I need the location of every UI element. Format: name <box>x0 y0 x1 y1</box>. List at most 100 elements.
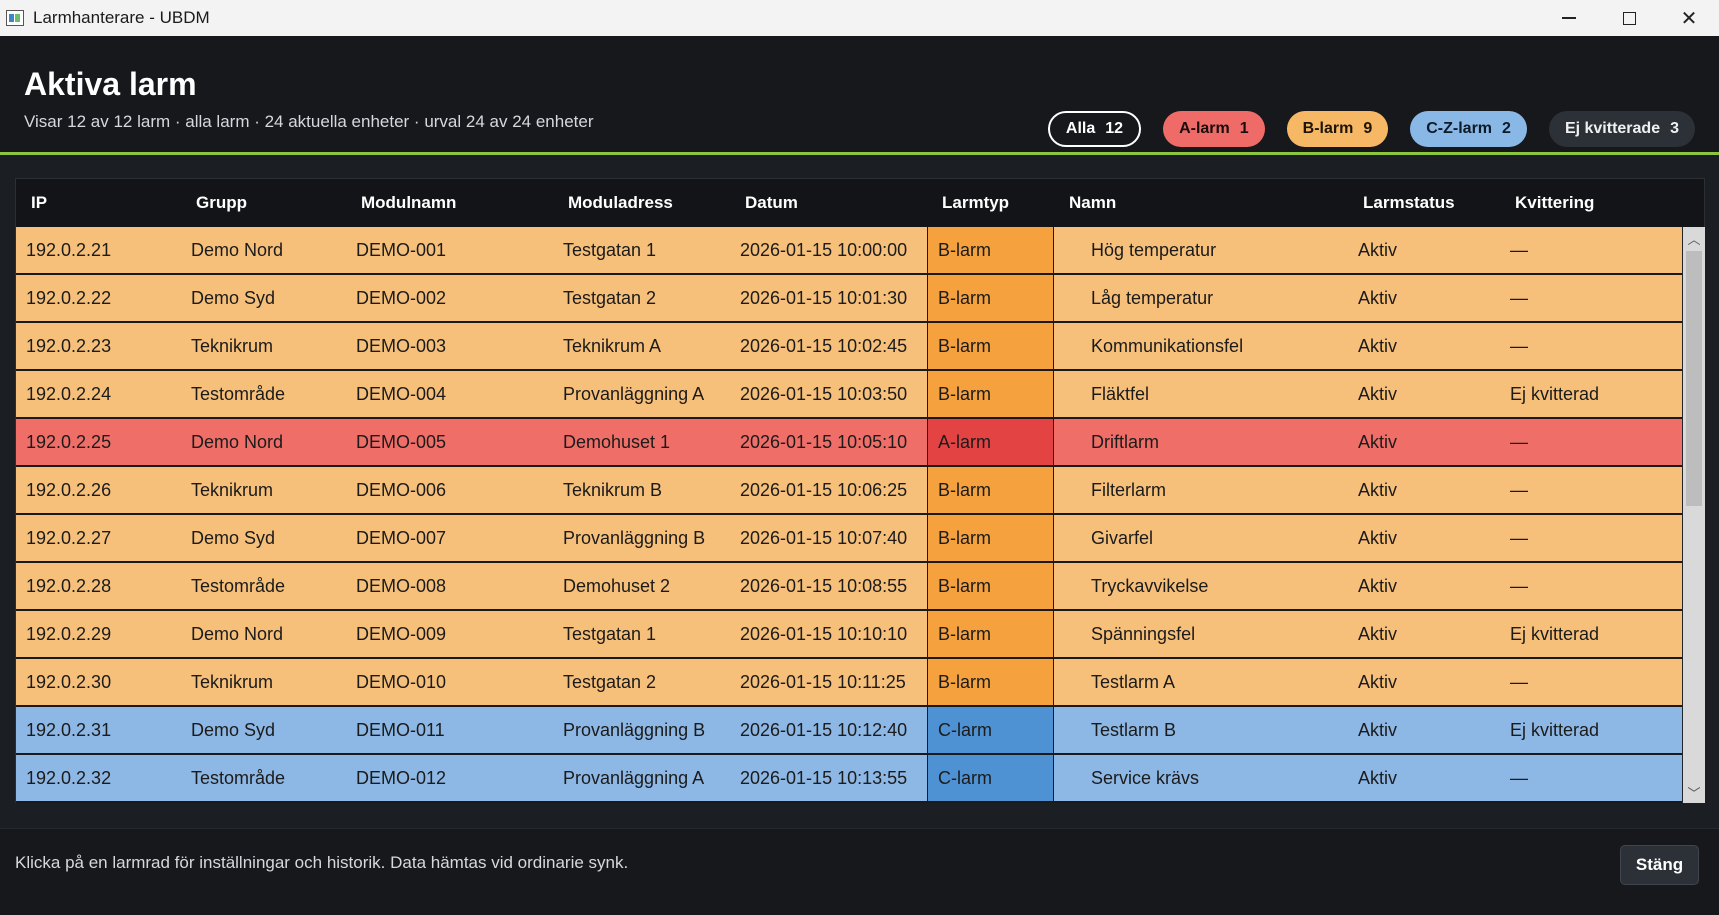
cell-moduladress: Provanläggning B <box>563 719 706 740</box>
scroll-down-icon[interactable]: ﹀ <box>1683 781 1705 803</box>
table-row[interactable]: 192.0.2.32 Testområde DEMO-012 Provanläggni… <box>16 755 1682 803</box>
cell-kvittering: Ej kvitterad <box>1510 623 1600 644</box>
filter-chip-cz-larm[interactable]: C-Z-larm 2 <box>1410 111 1527 147</box>
cell-larmstatus: Aktiv <box>1358 575 1398 596</box>
maximize-button[interactable] <box>1599 0 1659 36</box>
cell-larmtyp: A-larm <box>927 419 1054 465</box>
cell-larmstatus: Aktiv <box>1358 671 1398 692</box>
table-row[interactable]: 192.0.2.29 Demo Nord DEMO-009 Testgatan 1 20… <box>16 611 1682 659</box>
cell-ip: 192.0.2.32 <box>26 767 112 788</box>
table-row[interactable]: 192.0.2.31 Demo Syd DEMO-011 Provanläggning… <box>16 707 1682 755</box>
cell-kvittering: — <box>1510 575 1528 596</box>
table-row[interactable]: 192.0.2.24 Testområde DEMO-004 Provanläggni… <box>16 371 1682 419</box>
cell-modulnamn: DEMO-006 <box>356 479 447 500</box>
filter-chips: Alla 12 A-larm 1 B-larm 9 C-Z-larm 2 Ej … <box>1047 111 1695 147</box>
cell-modulnamn: DEMO-012 <box>356 767 447 788</box>
table-row[interactable]: 192.0.2.21 Demo Nord DEMO-001 Testgatan 1 20… <box>16 227 1682 275</box>
close-window-button[interactable]: ✕ <box>1659 0 1719 36</box>
vertical-scrollbar[interactable]: ︿ ﹀ <box>1683 227 1705 803</box>
page-title: Aktiva larm <box>24 66 197 102</box>
filter-chip-alla[interactable]: Alla 12 <box>1047 111 1142 147</box>
filter-chip-label: Alla <box>1065 120 1096 137</box>
cell-ip: 192.0.2.23 <box>26 335 112 356</box>
cell-datum: 2026-01-15 10:03:50 <box>740 383 908 404</box>
cell-larmtyp: B-larm <box>927 515 1054 561</box>
cell-kvittering: — <box>1510 527 1528 548</box>
cell-grupp: Testområde <box>191 575 286 596</box>
table-row[interactable]: 192.0.2.27 Demo Syd DEMO-007 Provanläggning… <box>16 515 1682 563</box>
column-header-larmtyp[interactable]: Larmtyp <box>927 193 1054 213</box>
table-row[interactable]: 192.0.2.26 Teknikrum DEMO-006 Teknikrum B 20… <box>16 467 1682 515</box>
cell-datum: 2026-01-15 10:08:55 <box>740 575 908 596</box>
column-header-datum[interactable]: Datum <box>730 193 927 213</box>
cell-moduladress: Testgatan 2 <box>563 287 657 308</box>
app-icon <box>6 10 24 26</box>
cell-larmstatus: Aktiv <box>1358 623 1398 644</box>
column-header-ip[interactable]: IP <box>16 193 181 213</box>
filter-chip-b-larm[interactable]: B-larm 9 <box>1286 111 1389 147</box>
cell-modulnamn: DEMO-009 <box>356 623 447 644</box>
cell-moduladress: Provanläggning A <box>563 383 705 404</box>
column-header-grupp[interactable]: Grupp <box>181 193 346 213</box>
column-header-larmstatus[interactable]: Larmstatus <box>1348 193 1500 213</box>
close-icon: ✕ <box>1680 6 1698 30</box>
cell-larmtyp: B-larm <box>927 323 1054 369</box>
scroll-thumb[interactable] <box>1686 251 1702 506</box>
column-header-kvittering[interactable]: Kvittering <box>1500 193 1682 213</box>
cell-larmtyp: C-larm <box>927 707 1054 753</box>
cell-larmtyp: B-larm <box>927 371 1054 417</box>
table-row[interactable]: 192.0.2.25 Demo Nord DEMO-005 Demohuset 1 20… <box>16 419 1682 467</box>
cell-namn: Tryckavvikelse <box>1091 575 1209 596</box>
cell-modulnamn: DEMO-001 <box>356 239 447 260</box>
cell-kvittering: — <box>1510 431 1528 452</box>
cell-larmstatus: Aktiv <box>1358 479 1398 500</box>
cell-ip: 192.0.2.31 <box>26 719 112 740</box>
cell-moduladress: Testgatan 1 <box>563 239 657 260</box>
cell-grupp: Testområde <box>191 767 286 788</box>
cell-moduladress: Teknikrum A <box>563 335 662 356</box>
column-header-namn[interactable]: Namn <box>1054 193 1348 213</box>
cell-datum: 2026-01-15 10:00:00 <box>740 239 908 260</box>
table-row[interactable]: 192.0.2.23 Teknikrum DEMO-003 Teknikrum A 20… <box>16 323 1682 371</box>
close-button[interactable]: Stäng <box>1620 845 1699 885</box>
cell-grupp: Testområde <box>191 383 286 404</box>
cell-kvittering: — <box>1510 335 1528 356</box>
table-row[interactable]: 192.0.2.30 Teknikrum DEMO-010 Testgatan 2 20… <box>16 659 1682 707</box>
cell-kvittering: Ej kvitterad <box>1510 383 1600 404</box>
cell-namn: Service krävs <box>1091 767 1200 788</box>
cell-kvittering: — <box>1510 767 1528 788</box>
window-title: Larmhanterare - UBDM <box>33 8 210 27</box>
table-row[interactable]: 192.0.2.22 Demo Syd DEMO-002 Testgatan 2 202… <box>16 275 1682 323</box>
minimize-button[interactable] <box>1539 0 1599 36</box>
cell-larmstatus: Aktiv <box>1358 335 1398 356</box>
cell-datum: 2026-01-15 10:01:30 <box>740 287 908 308</box>
cell-ip: 192.0.2.25 <box>26 431 112 452</box>
filter-chip-ej-kvitterade[interactable]: Ej kvitterade 3 <box>1548 111 1695 147</box>
cell-datum: 2026-01-15 10:10:10 <box>740 623 908 644</box>
maximize-icon <box>1622 11 1636 25</box>
filter-chip-a-larm[interactable]: A-larm 1 <box>1163 111 1265 147</box>
cell-larmstatus: Aktiv <box>1358 431 1398 452</box>
cell-ip: 192.0.2.24 <box>26 383 112 404</box>
cell-moduladress: Testgatan 2 <box>563 671 657 692</box>
table-row[interactable]: 192.0.2.28 Testområde DEMO-008 Demohuset 2 2… <box>16 563 1682 611</box>
window-controls: ✕ <box>1539 0 1719 36</box>
cell-namn: Driftlarm <box>1091 431 1159 452</box>
cell-larmstatus: Aktiv <box>1358 287 1398 308</box>
cell-namn: Testlarm A <box>1091 671 1176 692</box>
column-header-modulnamn[interactable]: Modulnamn <box>346 193 553 213</box>
filter-chip-label: A-larm <box>1179 120 1230 137</box>
cell-grupp: Demo Syd <box>191 527 276 548</box>
scroll-up-icon[interactable]: ︿ <box>1683 227 1705 249</box>
footer-hint: Klicka på en larmrad för inställningar o… <box>15 853 629 872</box>
header: Aktiva larm Visar 12 av 12 larm · alla l… <box>0 36 1719 154</box>
column-header-moduladress[interactable]: Moduladress <box>553 193 730 213</box>
cell-modulnamn: DEMO-008 <box>356 575 447 596</box>
cell-namn: Filterlarm <box>1091 479 1166 500</box>
cell-moduladress: Teknikrum B <box>563 479 663 500</box>
cell-ip: 192.0.2.26 <box>26 479 112 500</box>
filter-chip-count: 12 <box>1105 120 1124 137</box>
cell-larmtyp: B-larm <box>927 467 1054 513</box>
cell-kvittering: — <box>1510 671 1528 692</box>
cell-moduladress: Provanläggning B <box>563 527 706 548</box>
